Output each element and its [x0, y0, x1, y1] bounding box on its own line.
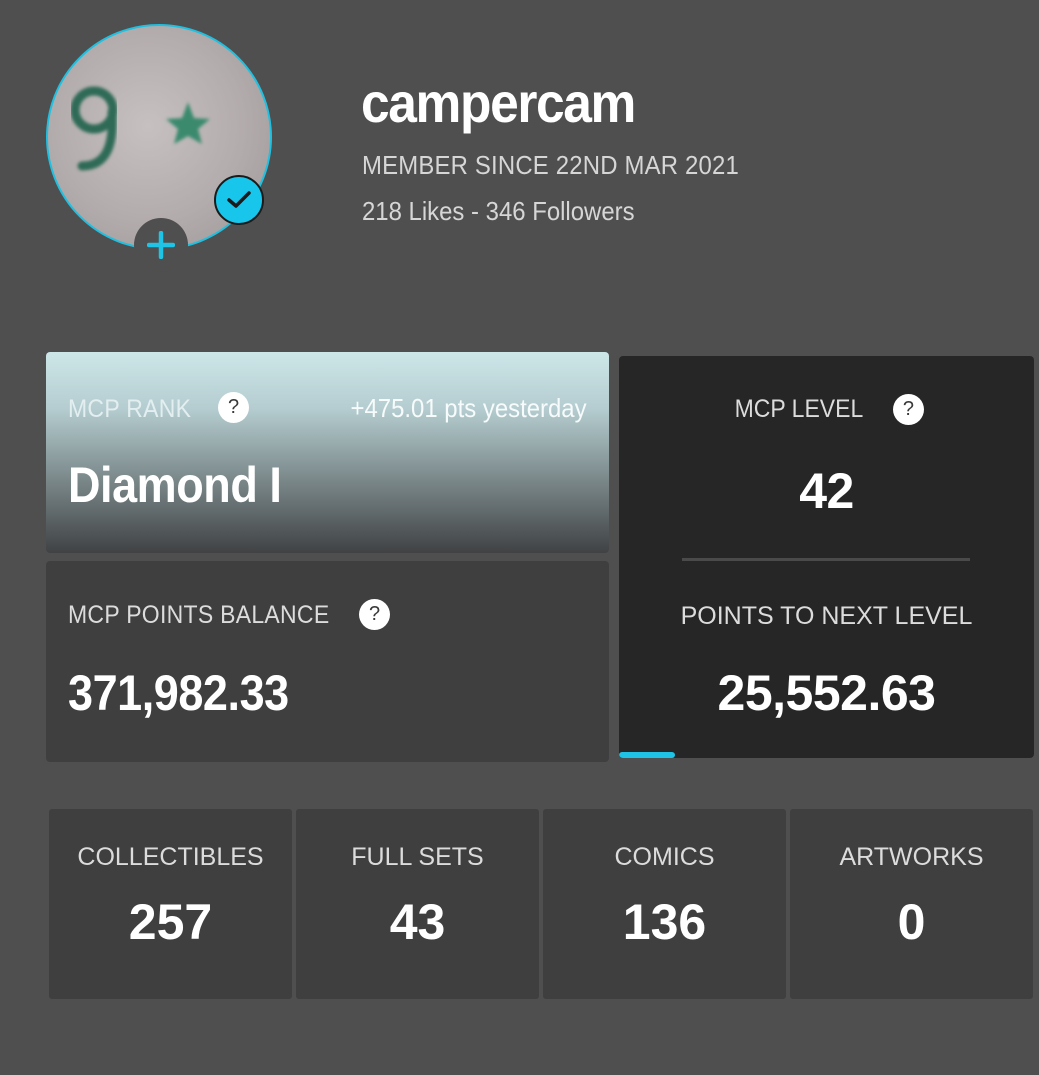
balance-card: MCP POINTS BALANCE ? 371,982.33 — [46, 561, 609, 762]
balance-help-icon[interactable]: ? — [359, 599, 390, 630]
add-avatar-button[interactable] — [134, 218, 188, 272]
level-card: MCP LEVEL ? 42 POINTS TO NEXT LEVEL 25,5… — [619, 356, 1034, 758]
stat-tile-comics[interactable]: COMICS 136 — [543, 809, 786, 999]
username: campercam — [361, 71, 636, 134]
stat-label: COLLECTIBLES — [77, 843, 264, 871]
stat-value: 257 — [128, 894, 213, 950]
checkmark-icon — [227, 191, 251, 208]
level-label: MCP LEVEL — [734, 395, 864, 423]
plus-icon — [147, 231, 175, 259]
avatar-container — [46, 24, 272, 272]
rank-value: Diamond I — [68, 457, 282, 513]
stat-value: 136 — [622, 894, 707, 950]
member-since: MEMBER SINCE 22ND MAR 2021 — [362, 150, 739, 180]
level-progress-bar — [619, 752, 1034, 758]
stat-tile-collectibles[interactable]: COLLECTIBLES 257 — [49, 809, 292, 999]
rank-card: MCP RANK ? +475.01 pts yesterday Diamond… — [46, 352, 609, 553]
balance-label: MCP POINTS BALANCE — [68, 601, 330, 629]
level-divider — [682, 558, 970, 561]
rank-change: +475.01 pts yesterday — [350, 393, 587, 423]
stat-value: 0 — [897, 894, 926, 950]
stat-tile-full-sets[interactable]: FULL SETS 43 — [296, 809, 539, 999]
stat-label: FULL SETS — [351, 843, 484, 871]
level-progress-fill — [619, 752, 676, 758]
next-level-label: POINTS TO NEXT LEVEL — [680, 602, 973, 630]
profile-page: campercam MEMBER SINCE 22ND MAR 2021 218… — [0, 0, 1039, 1075]
next-level-value: 25,552.63 — [717, 665, 936, 721]
stat-label: ARTWORKS — [839, 843, 984, 871]
stat-label: COMICS — [614, 843, 715, 871]
balance-value: 371,982.33 — [68, 665, 289, 721]
rank-help-icon[interactable]: ? — [218, 392, 249, 423]
likes-followers: 218 Likes - 346 Followers — [362, 196, 635, 226]
rank-label: MCP RANK — [68, 395, 192, 423]
level-help-icon[interactable]: ? — [892, 394, 924, 425]
stat-value: 43 — [389, 894, 446, 950]
verified-badge — [214, 175, 264, 225]
level-label-row: MCP LEVEL ? — [619, 394, 1034, 425]
level-value: 42 — [799, 463, 854, 519]
stat-tile-artworks[interactable]: ARTWORKS 0 — [790, 809, 1033, 999]
